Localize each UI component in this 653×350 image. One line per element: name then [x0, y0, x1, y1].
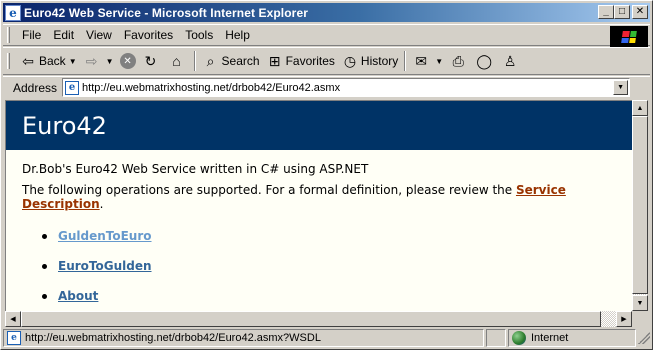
history-icon: ◷ [343, 52, 357, 69]
security-zone-panel[interactable]: Internet [508, 329, 637, 347]
list-item: About [42, 281, 632, 311]
back-dropdown-icon[interactable]: ▼ [69, 57, 77, 66]
print-button[interactable]: ⎙ [446, 49, 472, 73]
page-banner: Euro42 [6, 101, 632, 150]
intro-text: Dr.Bob's Euro42 Web Service written in C… [22, 162, 369, 176]
discuss-icon: ◯ [476, 52, 493, 69]
status-text-panel: e http://eu.webmatrixhosting.net/drbob42… [3, 329, 485, 347]
ie-icon[interactable]: e [5, 4, 21, 21]
zone-label: Internet [531, 332, 569, 344]
stop-button[interactable]: ✕ [117, 49, 139, 73]
search-label: Search [221, 54, 260, 68]
status-text: http://eu.webmatrixhosting.net/drbob42/E… [25, 332, 321, 344]
toolbar-separator [404, 51, 407, 71]
page-content: Euro42 Dr.Bob's Euro42 Web Service writt… [5, 100, 632, 311]
mail-icon: ✉ [415, 52, 428, 69]
scroll-left-icon[interactable]: ◀ [5, 311, 21, 327]
back-label: Back [39, 54, 66, 68]
menu-favorites[interactable]: Favorites [118, 26, 179, 44]
messenger-icon: ♙ [503, 52, 517, 69]
scroll-up-icon[interactable]: ▲ [632, 100, 648, 116]
back-arrow-icon: ⇦ [22, 52, 34, 69]
page-icon: e [65, 80, 80, 95]
search-icon: ⌕ [206, 52, 215, 69]
menu-tools[interactable]: Tools [179, 26, 219, 44]
operations-text-end: . [99, 197, 104, 211]
vertical-scroll-thumb[interactable] [632, 116, 648, 294]
list-item: GuldenToEuro [42, 221, 632, 251]
page-title: Euro42 [22, 111, 107, 140]
scrollbar-corner [632, 311, 648, 327]
toolbar-separator [193, 51, 196, 71]
list-item: EuroToGulden [42, 251, 632, 281]
home-button[interactable]: ⌂ [165, 49, 191, 73]
address-input[interactable]: e http://eu.webmatrixhosting.net/drbob42… [62, 78, 631, 97]
operations-text: The following operations are supported. … [22, 183, 632, 211]
globe-icon [512, 331, 526, 345]
stop-icon: ✕ [119, 53, 136, 69]
forward-dropdown-icon[interactable]: ▼ [106, 57, 114, 66]
refresh-icon: ↻ [144, 52, 157, 69]
operation-link-about[interactable]: About [58, 289, 98, 303]
resize-grip-icon[interactable] [638, 332, 650, 344]
operations-list: GuldenToEuro EuroToGulden About [42, 221, 632, 311]
forward-button[interactable]: ⇨ ▼ [80, 49, 117, 73]
mail-dropdown-icon[interactable]: ▼ [435, 57, 443, 66]
address-dropdown-icon[interactable]: ▼ [613, 80, 629, 95]
refresh-button[interactable]: ↻ [139, 49, 165, 73]
toolbar-grip[interactable] [7, 53, 10, 69]
favorites-icon: ⊞ [268, 52, 281, 69]
print-icon: ⎙ [452, 52, 464, 69]
bullet-icon [42, 293, 47, 299]
favorites-button[interactable]: ⊞ Favorites [263, 49, 338, 73]
page-icon: e [7, 331, 21, 345]
bullet-icon [42, 263, 47, 269]
menu-bar: File Edit View Favorites Tools Help [3, 24, 650, 48]
minimize-icon: _ [603, 6, 609, 17]
mail-button[interactable]: ✉ ▼ [409, 49, 446, 73]
scroll-down-icon[interactable]: ▼ [632, 295, 648, 311]
close-icon: ✕ [635, 6, 645, 17]
standard-toolbar: ⇦ Back ▼ ⇨ ▼ ✕ ↻ ⌂ ⌕ Search ⊞ Favorites … [3, 47, 650, 75]
menubar-grip[interactable] [7, 27, 10, 43]
horizontal-scroll-thumb[interactable] [21, 311, 601, 327]
windows-flag-icon [621, 31, 637, 43]
horizontal-scrollbar[interactable]: ◀ ▶ [5, 311, 632, 327]
menu-view[interactable]: View [80, 26, 118, 44]
operations-description: The following operations are supported. … [22, 183, 516, 197]
search-button[interactable]: ⌕ Search [199, 49, 263, 73]
address-url[interactable]: http://eu.webmatrixhosting.net/drbob42/E… [82, 82, 340, 94]
favorites-label: Favorites [285, 54, 335, 68]
title-bar[interactable]: e Euro42 Web Service - Microsoft Interne… [3, 3, 650, 22]
messenger-button[interactable]: ♙ [498, 49, 524, 73]
bullet-icon [42, 233, 47, 239]
menu-file[interactable]: File [16, 26, 47, 44]
menu-edit[interactable]: Edit [47, 26, 80, 44]
address-bar: Address e http://eu.webmatrixhosting.net… [3, 76, 650, 98]
operation-link-guldentoeuro[interactable]: GuldenToEuro [58, 229, 152, 243]
scroll-right-icon[interactable]: ▶ [616, 311, 632, 327]
status-panel-empty [486, 329, 506, 347]
minimize-button[interactable]: _ [598, 5, 614, 19]
window-controls: _ □ ✕ [598, 5, 648, 19]
vertical-scrollbar[interactable]: ▲ ▼ [632, 100, 648, 311]
windows-logo [610, 26, 648, 48]
menu-help[interactable]: Help [219, 26, 256, 44]
status-bar: e http://eu.webmatrixhosting.net/drbob42… [3, 328, 650, 348]
operation-link-eurotogulden[interactable]: EuroToGulden [58, 259, 152, 273]
address-label: Address [13, 80, 58, 95]
home-icon: ⌂ [172, 53, 181, 69]
back-button[interactable]: ⇦ Back ▼ [16, 49, 80, 73]
maximize-icon: □ [618, 6, 626, 17]
maximize-button[interactable]: □ [614, 5, 630, 19]
browser-window: e Euro42 Web Service - Microsoft Interne… [0, 0, 653, 350]
history-button[interactable]: ◷ History [338, 49, 401, 73]
close-button[interactable]: ✕ [632, 5, 648, 19]
forward-arrow-icon: ⇨ [85, 52, 98, 69]
discuss-button[interactable]: ◯ [472, 49, 498, 73]
window-title: Euro42 Web Service - Microsoft Internet … [24, 5, 308, 20]
history-label: History [360, 54, 399, 68]
